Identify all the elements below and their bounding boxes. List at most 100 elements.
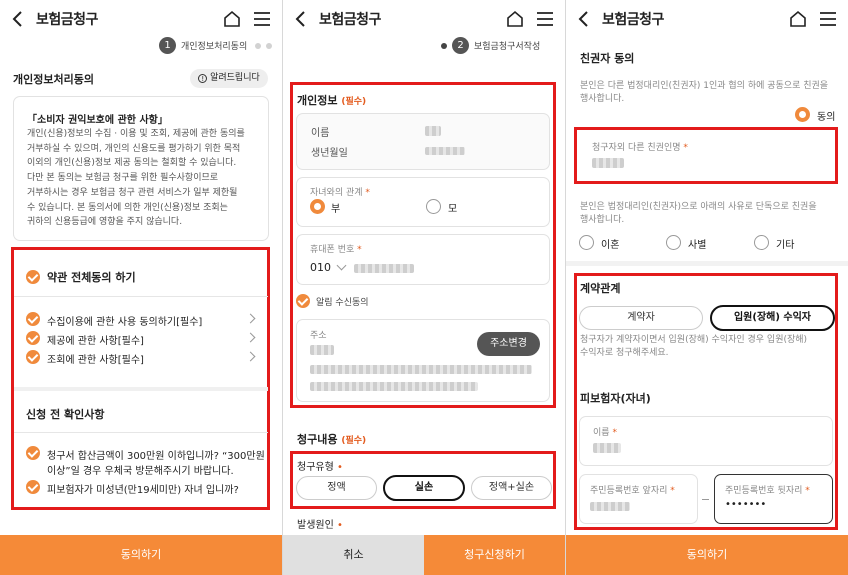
agree-all-label[interactable]: 약관 전체동의 하기: [47, 269, 136, 285]
step-dot: [441, 42, 447, 49]
phone-label: 휴대폰 번호 *: [310, 245, 362, 255]
phone-prefix-select[interactable]: 010: [310, 261, 331, 274]
step-label: 보험금청구서작성: [474, 42, 541, 52]
dash: [702, 499, 709, 500]
rrn-front-label: 주민등록번호 앞자리 *: [590, 486, 675, 496]
claim-type-fixed[interactable]: 정액: [296, 476, 377, 500]
redacted-zip: [310, 345, 334, 355]
app-header: 보험금청구: [566, 0, 848, 38]
back-icon[interactable]: [577, 10, 591, 28]
cause-label-text: 발생원인: [297, 520, 334, 531]
step-number: 2: [452, 37, 469, 54]
radio-mother-label[interactable]: 모: [448, 200, 457, 215]
agree-button[interactable]: 동의하기: [566, 535, 848, 575]
cancel-button-label: 취소: [343, 548, 364, 561]
back-icon[interactable]: [11, 10, 25, 28]
rrn-front-field[interactable]: 주민등록번호 앞자리 *: [579, 474, 698, 524]
check-icon[interactable]: [26, 480, 40, 494]
radio-divorce[interactable]: [579, 235, 594, 250]
contract-beneficiary[interactable]: 입원(장해) 수익자: [710, 305, 835, 331]
phone-label-text: 휴대폰 번호: [310, 245, 355, 255]
relation-label: 자녀와의 관계 *: [310, 188, 370, 198]
agree-item-label[interactable]: 수집이용에 관한 사용 동의하기[필수]: [47, 313, 202, 328]
radio-consent-label[interactable]: 동의: [817, 108, 835, 123]
divider: [14, 432, 268, 433]
notice-line: 다만 본 동의는 보험금 청구를 위한 필수사항이므로: [27, 173, 219, 184]
home-icon[interactable]: [223, 10, 241, 28]
radio-father[interactable]: [310, 199, 325, 214]
claim-type-both[interactable]: 정액+실손: [471, 476, 552, 500]
home-icon[interactable]: [506, 10, 524, 28]
address-change-label: 주소변경: [490, 338, 527, 349]
rrn-back-field[interactable]: 주민등록번호 뒷자리 * •••••••: [714, 474, 833, 524]
insured-name-field[interactable]: 이름 *: [579, 416, 833, 466]
name-label: 이름: [311, 128, 330, 139]
consent-desc-line: 행사합니다.: [580, 94, 625, 104]
confirm-title: 신청 전 확인사항: [26, 408, 105, 421]
back-icon[interactable]: [294, 10, 308, 28]
contract-beneficiary-label: 입원(장해) 수익자: [733, 312, 812, 323]
info-icon: !: [198, 74, 208, 83]
divider: [14, 387, 268, 391]
agree-item-label[interactable]: 제공에 관한 사항[필수]: [47, 332, 144, 347]
redacted-address-detail: [310, 382, 478, 391]
notice-heading: 「소비자 권익보호에 관한 사항」: [27, 115, 168, 126]
notice-button[interactable]: ! 알려드립니다: [190, 69, 268, 88]
consent-title: 친권자 동의: [580, 52, 635, 65]
home-icon[interactable]: [789, 10, 807, 28]
check-icon[interactable]: [296, 294, 310, 308]
check-icon[interactable]: [26, 350, 40, 364]
confirm-item-label: 피보험자가 미성년(만19세미만) 자녀 입니까?: [47, 485, 239, 496]
menu-icon[interactable]: [253, 11, 271, 27]
radio-bereaved[interactable]: [666, 235, 681, 250]
personal-title: 개인정보 (필수): [297, 92, 366, 108]
radio-bereaved-label[interactable]: 사별: [688, 236, 706, 251]
other-parent-label-text: 청구자외 다른 친권인명: [592, 143, 681, 153]
radio-other[interactable]: [754, 235, 769, 250]
check-icon[interactable]: [26, 446, 40, 460]
redacted-parent-name: [592, 158, 624, 168]
confirm-item-label: 이상”일 경우 우체국 방문해주시기 바랍니다.: [47, 466, 234, 477]
agree-item-label[interactable]: 조회에 관한 사항[필수]: [47, 351, 144, 366]
notice-line: 거부하실 수 있으며, 개인의 신용도를 평가하기 위한 목적: [27, 143, 241, 154]
claim-type-actual[interactable]: 실손: [383, 475, 465, 501]
address-change-button[interactable]: 주소변경: [477, 332, 540, 356]
check-icon[interactable]: [26, 331, 40, 345]
radio-consent[interactable]: [795, 107, 810, 122]
confirm-item-label: 청구서 합산금액이 300만원 이하입니까? “300만원: [47, 451, 265, 462]
menu-icon[interactable]: [819, 11, 837, 27]
notice-line: 이외의 개인(신용)정보 제공 동의는 철회할 수 있습니다.: [27, 158, 237, 169]
check-icon[interactable]: [26, 270, 40, 284]
chevron-down-icon[interactable]: [336, 260, 347, 271]
divider: [14, 296, 268, 297]
submit-claim-button[interactable]: 청구신청하기: [424, 535, 565, 575]
required-tag: (필수): [341, 436, 367, 446]
phone-prefix-value: 010: [310, 261, 331, 274]
claim-type-label: 청구유형 •: [297, 462, 343, 473]
notify-label[interactable]: 알림 수신동의: [316, 295, 369, 308]
claim-type-label-text: 청구유형: [297, 462, 334, 473]
personal-title-text: 개인정보: [297, 94, 338, 107]
claim-title: 청구내용 (필수): [297, 431, 366, 447]
contract-policyholder[interactable]: 계약자: [579, 306, 703, 330]
radio-other-label[interactable]: 기타: [776, 236, 794, 251]
notice-box: 「소비자 권익보호에 관한 사항」 개인(신용)정보의 수집 · 이용 및 조회…: [13, 96, 269, 241]
radio-divorce-label[interactable]: 이혼: [601, 236, 619, 251]
rrn-back-value: •••••••: [725, 499, 767, 510]
cancel-button[interactable]: 취소: [283, 535, 424, 575]
submit-claim-label: 청구신청하기: [464, 548, 525, 561]
divider: [566, 261, 848, 266]
agree-button[interactable]: 동의하기: [0, 535, 282, 575]
check-icon[interactable]: [26, 312, 40, 326]
menu-icon[interactable]: [536, 11, 554, 27]
panel-consent: 보험금청구 1 개인정보처리동의 개인정보처리동의 ! 알려드립니다 「소비자 …: [0, 0, 282, 575]
other-parent-label: 청구자외 다른 친권인명 *: [592, 143, 688, 153]
page-title: 보험금청구: [319, 12, 381, 28]
address-label: 주소: [310, 331, 327, 341]
redacted-insured-name: [593, 443, 621, 453]
other-parent-field[interactable]: 청구자외 다른 친권인명 *: [579, 132, 833, 179]
required-tag: (필수): [341, 97, 367, 107]
radio-father-label[interactable]: 부: [331, 200, 340, 215]
app-header: 보험금청구: [283, 0, 565, 38]
radio-mother[interactable]: [426, 199, 441, 214]
